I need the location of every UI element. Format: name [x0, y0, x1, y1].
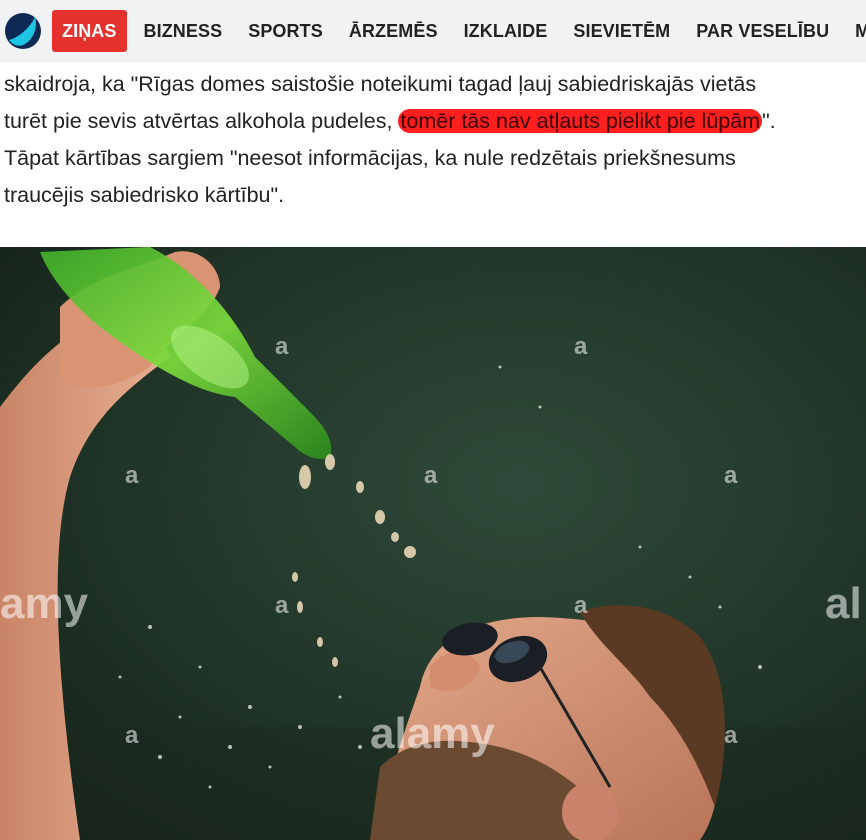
nav-item-par-veselibu[interactable]: PAR VESELĪBU [683, 10, 842, 52]
nav-menu: ZIŅAS BIZNESS SPORTS ĀRZEMĒS IZKLAIDE SI… [52, 10, 866, 52]
watermark: a [275, 333, 289, 360]
watermark-center: alamy [370, 709, 495, 758]
article-line: turēt pie sevis atvērtas alkohola pudele… [4, 103, 866, 140]
nav-item-ma[interactable]: MĀ [842, 10, 866, 52]
nav-item-zinas[interactable]: ZIŅAS [52, 10, 127, 52]
watermark: a [125, 462, 139, 489]
watermark: a [574, 333, 588, 360]
article-body: skaidroja, ka "Rīgas domes saistošie not… [4, 66, 866, 214]
watermark: a [125, 722, 139, 749]
watermark: a [724, 722, 738, 749]
article-line: traucējis sabiedrisko kārtību". [4, 183, 285, 207]
nav-item-bizness[interactable]: BIZNESS [131, 10, 236, 52]
watermark: a [424, 462, 438, 489]
article-text-fragment: ". [762, 109, 776, 133]
article-line: Tāpat kārtības sargiem "neesot informāci… [4, 146, 736, 170]
nav-item-arzemes[interactable]: ĀRZEMĒS [336, 10, 451, 52]
watermark: a [275, 592, 289, 619]
top-navigation: ZIŅAS BIZNESS SPORTS ĀRZEMĒS IZKLAIDE SI… [0, 0, 866, 62]
article-line: skaidroja, ka "Rīgas domes saistošie not… [4, 72, 757, 96]
highlighted-quote: tomēr tās nav atļauts pielikt pie lūpām [398, 109, 763, 133]
watermark-left: amy [0, 579, 89, 628]
nav-item-sievietem[interactable]: SIEVIETĒM [560, 10, 683, 52]
site-logo-icon[interactable] [4, 12, 42, 50]
watermark: a [724, 462, 738, 489]
article-photo: a a a a a a a a a amy al alamy [0, 247, 866, 840]
article-text-fragment: turēt pie sevis atvērtas alkohola pudele… [4, 109, 399, 133]
nav-item-izklaide[interactable]: IZKLAIDE [451, 10, 561, 52]
nav-item-sports[interactable]: SPORTS [235, 10, 336, 52]
watermark: a [574, 592, 588, 619]
watermark-right: al [825, 579, 862, 628]
